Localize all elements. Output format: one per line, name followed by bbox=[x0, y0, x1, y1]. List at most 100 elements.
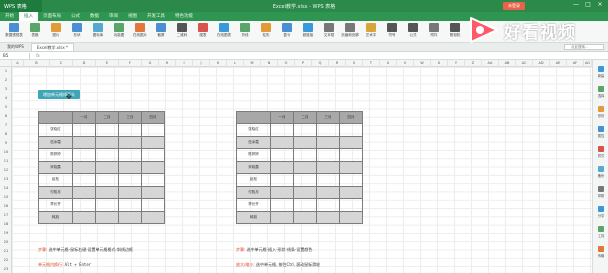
column-header-cell[interactable]: AB bbox=[499, 60, 516, 67]
ribbon-button[interactable]: 表格 bbox=[25, 21, 45, 38]
row-header-cell[interactable]: 14 bbox=[0, 184, 12, 193]
ribbon-button[interactable]: 文本框 bbox=[319, 21, 339, 38]
value-cell[interactable] bbox=[141, 198, 165, 212]
column-header-cell[interactable]: Y bbox=[448, 60, 465, 67]
sidebar-tool[interactable]: 分享 bbox=[596, 206, 606, 218]
table-row[interactable]: 宋晓露 bbox=[236, 160, 363, 174]
menu-page-layout[interactable]: 页面布局 bbox=[38, 12, 66, 21]
value-cell[interactable] bbox=[316, 123, 340, 137]
ribbon-button[interactable]: 数据透视表 bbox=[4, 21, 24, 38]
value-cell[interactable] bbox=[270, 160, 294, 174]
value-cell[interactable] bbox=[118, 173, 142, 187]
column-header-cell[interactable]: P bbox=[295, 60, 312, 67]
name-box[interactable]: B5 bbox=[0, 52, 30, 59]
value-cell[interactable] bbox=[293, 198, 317, 212]
row-header-cell[interactable]: 21 bbox=[0, 247, 12, 256]
value-cell[interactable] bbox=[118, 160, 142, 174]
value-cell[interactable] bbox=[72, 148, 96, 162]
sidebar-tool[interactable]: 形状 bbox=[596, 106, 606, 118]
column-header-cell[interactable]: V bbox=[397, 60, 414, 67]
value-cell[interactable] bbox=[293, 185, 317, 199]
value-cell[interactable] bbox=[270, 123, 294, 137]
column-header-cell[interactable]: X bbox=[431, 60, 448, 67]
column-header-cell[interactable]: R bbox=[329, 60, 346, 67]
name-cell[interactable]: 陈婷婷 bbox=[236, 148, 271, 162]
value-cell[interactable] bbox=[141, 123, 165, 137]
column-header-cell[interactable]: AG bbox=[584, 60, 592, 67]
column-header-cell[interactable]: G bbox=[142, 60, 159, 67]
table-row[interactable]: 陈婷婷 bbox=[38, 148, 165, 162]
value-cell[interactable] bbox=[141, 210, 165, 224]
table-row[interactable]: 付知月 bbox=[38, 185, 165, 199]
row-header-cell[interactable]: 18 bbox=[0, 220, 12, 229]
row-header-cell[interactable]: 10 bbox=[0, 148, 12, 157]
value-cell[interactable] bbox=[95, 123, 119, 137]
value-cell[interactable] bbox=[118, 123, 142, 137]
ribbon-button[interactable]: 柱形 bbox=[256, 21, 276, 38]
value-cell[interactable] bbox=[72, 160, 96, 174]
column-header-cell[interactable]: F bbox=[119, 60, 142, 67]
table-header-cell[interactable]: 三月 bbox=[316, 111, 340, 124]
value-cell[interactable] bbox=[95, 185, 119, 199]
menu-view[interactable]: 视图 bbox=[123, 12, 142, 21]
row-header-cell[interactable]: 15 bbox=[0, 193, 12, 202]
value-cell[interactable] bbox=[316, 210, 340, 224]
column-header-cell[interactable]: I bbox=[176, 60, 193, 67]
value-cell[interactable] bbox=[72, 210, 96, 224]
ribbon-button[interactable]: 图表 bbox=[193, 21, 213, 38]
value-cell[interactable] bbox=[339, 148, 363, 162]
maximize-button[interactable]: □ bbox=[584, 1, 592, 9]
value-cell[interactable] bbox=[141, 135, 165, 149]
column-header-cell[interactable]: W bbox=[414, 60, 431, 67]
value-cell[interactable] bbox=[118, 210, 142, 224]
column-header-cell[interactable]: B bbox=[24, 60, 50, 67]
value-cell[interactable] bbox=[316, 185, 340, 199]
tab-my-wps[interactable]: 我的WPS bbox=[2, 43, 29, 51]
table-header-cell[interactable]: 四月 bbox=[141, 111, 165, 124]
row-header-cell[interactable]: 6 bbox=[0, 112, 12, 121]
column-header-cell[interactable]: AC bbox=[516, 60, 533, 67]
value-cell[interactable] bbox=[141, 173, 165, 187]
value-cell[interactable] bbox=[293, 148, 317, 162]
row-header-cell[interactable]: 22 bbox=[0, 256, 12, 265]
ribbon-button[interactable]: 图标库 bbox=[88, 21, 108, 38]
value-cell[interactable] bbox=[339, 210, 363, 224]
name-cell[interactable]: 李长齐 bbox=[236, 198, 271, 212]
value-cell[interactable] bbox=[95, 210, 119, 224]
menu-review[interactable]: 审阅 bbox=[104, 12, 123, 21]
ribbon-button[interactable]: 公式 bbox=[403, 21, 423, 38]
value-cell[interactable] bbox=[293, 173, 317, 187]
value-cell[interactable] bbox=[316, 198, 340, 212]
table-header-cell[interactable]: 二月 bbox=[293, 111, 317, 124]
column-header-cell[interactable]: D bbox=[73, 60, 96, 67]
column-header-cell[interactable]: H bbox=[159, 60, 176, 67]
sidebar-tool[interactable]: 工具 bbox=[596, 226, 606, 238]
table-row[interactable]: 赵松 bbox=[38, 173, 165, 187]
row-header-cell[interactable]: 2 bbox=[0, 76, 12, 85]
value-cell[interactable] bbox=[270, 173, 294, 187]
table-row[interactable]: 赵松 bbox=[236, 173, 363, 187]
row-header-cell[interactable]: 5 bbox=[0, 103, 12, 112]
value-cell[interactable] bbox=[293, 123, 317, 137]
menu-insert[interactable]: 插入 bbox=[19, 12, 38, 21]
table-row[interactable]: 张晓红 bbox=[38, 123, 165, 137]
value-cell[interactable] bbox=[118, 198, 142, 212]
ribbon-button[interactable]: 截屏 bbox=[151, 21, 171, 38]
value-cell[interactable] bbox=[293, 210, 317, 224]
value-cell[interactable] bbox=[316, 135, 340, 149]
value-cell[interactable] bbox=[72, 198, 96, 212]
sidebar-tool[interactable]: 备份 bbox=[596, 166, 606, 178]
column-header-cell[interactable]: T bbox=[363, 60, 380, 67]
left-data-table[interactable]: 一月 二月 三月 四月 张晓红 伍冰霜 陈婷婷 宋晓露 赵松 付知月 李长齐 韩旭 bbox=[38, 111, 165, 224]
value-cell[interactable] bbox=[95, 135, 119, 149]
row-header-cell[interactable]: 1 bbox=[0, 67, 12, 76]
name-cell[interactable]: 赵松 bbox=[38, 173, 73, 187]
column-header-cell[interactable]: A bbox=[12, 60, 24, 67]
value-cell[interactable] bbox=[316, 160, 340, 174]
value-cell[interactable] bbox=[270, 210, 294, 224]
row-header-cell[interactable]: 19 bbox=[0, 229, 12, 238]
ribbon-button[interactable]: 在线图表 bbox=[214, 21, 234, 38]
name-cell[interactable]: 伍冰霜 bbox=[236, 135, 271, 149]
ribbon-button[interactable]: 艺术字 bbox=[361, 21, 381, 38]
table-header-cell[interactable]: 四月 bbox=[339, 111, 363, 124]
